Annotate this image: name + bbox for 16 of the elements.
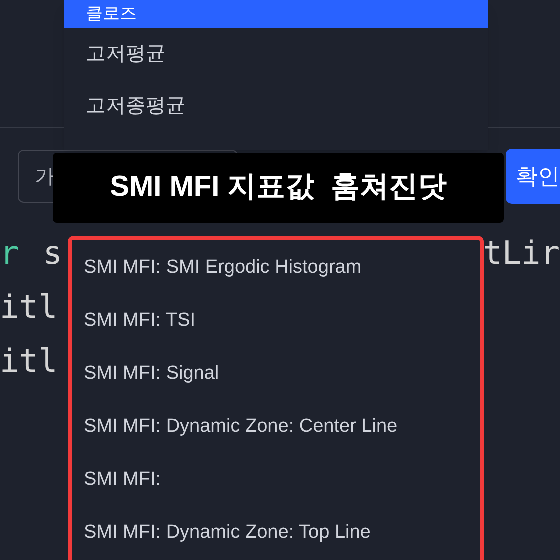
caption-banner: SMI MFI 지표값 훔쳐진닷 — [53, 153, 504, 223]
suggestion-item[interactable]: SMI MFI: SMI Ergodic Histogram — [72, 254, 480, 307]
dropdown-option[interactable]: 고저종평균 — [64, 80, 488, 132]
code-text: r — [0, 234, 20, 272]
code-text: s — [43, 234, 63, 272]
code-text: tLir — [482, 234, 560, 272]
code-text: itl — [0, 342, 58, 380]
suggestion-item[interactable]: SMI MFI: Signal — [72, 360, 480, 413]
dropdown-option[interactable]: 고저평균 — [64, 28, 488, 80]
dropdown-option[interactable]: 클로즈 — [64, 0, 488, 28]
confirm-button[interactable]: 확인 — [506, 148, 560, 204]
suggestion-item[interactable]: SMI MFI: Dynamic Zone: Top Line — [72, 519, 480, 560]
suggestion-item[interactable]: SMI MFI: TSI — [72, 307, 480, 360]
code-text: itl — [0, 288, 58, 326]
suggestion-item[interactable]: SMI MFI: Dynamic Zone: Center Line — [72, 413, 480, 466]
suggestion-item[interactable]: SMI MFI: — [72, 466, 480, 519]
